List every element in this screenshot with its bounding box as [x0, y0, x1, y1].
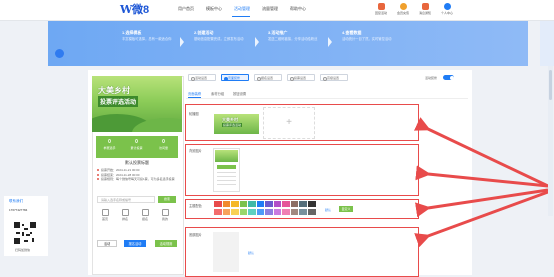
qr-code — [14, 222, 36, 244]
arrow-to-banner — [413, 117, 549, 188]
page-scrollbar[interactable] — [548, 66, 553, 216]
qr-caption: 扫码加微信 — [15, 248, 31, 252]
contact-phone: 17677427784 — [9, 208, 28, 212]
annotation-arrows — [413, 117, 549, 248]
contact-title: 联系我们 — [9, 199, 23, 203]
